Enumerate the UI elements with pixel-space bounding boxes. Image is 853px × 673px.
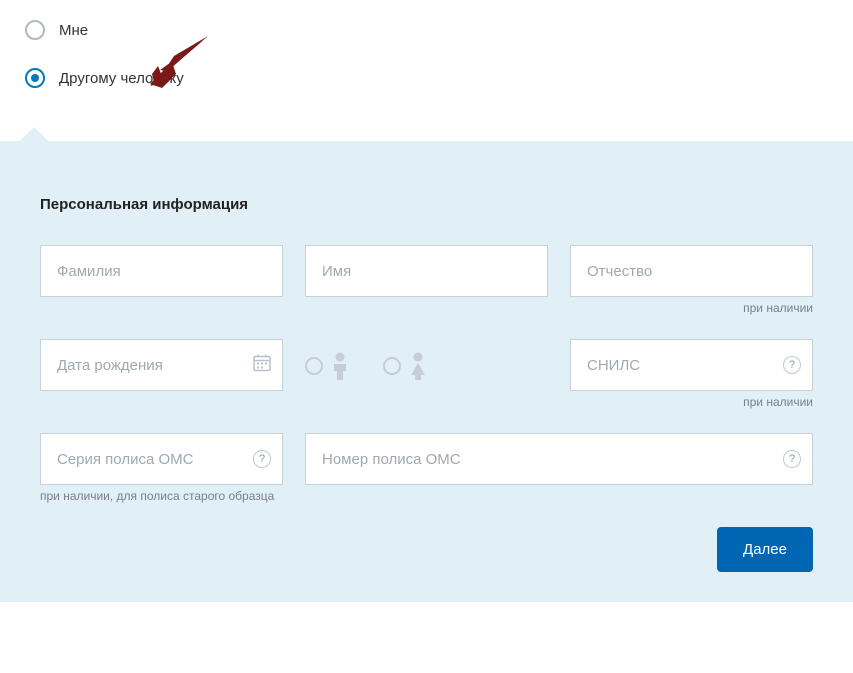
calendar-icon[interactable] [253, 354, 271, 377]
help-icon[interactable]: ? [783, 356, 801, 374]
birthdate-input[interactable] [40, 339, 283, 391]
gender-radio-female[interactable] [383, 351, 429, 381]
annotation-arrow-icon [148, 32, 220, 90]
surname-input[interactable] [40, 245, 283, 297]
recipient-radio-other[interactable]: Другому человеку [25, 68, 828, 88]
male-icon [329, 351, 351, 381]
snils-hint: при наличии [743, 395, 813, 409]
patronymic-input[interactable] [570, 245, 813, 297]
section-title: Персональная информация [40, 196, 813, 213]
radio-icon [305, 357, 323, 375]
help-icon[interactable]: ? [253, 450, 271, 468]
radio-icon [25, 20, 45, 40]
oms-number-input[interactable] [305, 433, 813, 485]
patronymic-hint: при наличии [743, 301, 813, 315]
oms-series-input[interactable] [40, 433, 283, 485]
radio-icon-selected [25, 68, 45, 88]
name-input[interactable] [305, 245, 548, 297]
gender-radio-male[interactable] [305, 351, 351, 381]
female-icon [407, 351, 429, 381]
radio-icon [383, 357, 401, 375]
snils-input[interactable] [570, 339, 813, 391]
recipient-radio-self[interactable]: Мне [25, 20, 828, 40]
help-icon[interactable]: ? [783, 450, 801, 468]
oms-series-hint: при наличии, для полиса старого образца [40, 489, 274, 503]
next-button[interactable]: Далее [717, 527, 813, 572]
personal-info-form: Персональная информация при наличии [0, 141, 853, 602]
radio-label-self: Мне [59, 22, 88, 39]
